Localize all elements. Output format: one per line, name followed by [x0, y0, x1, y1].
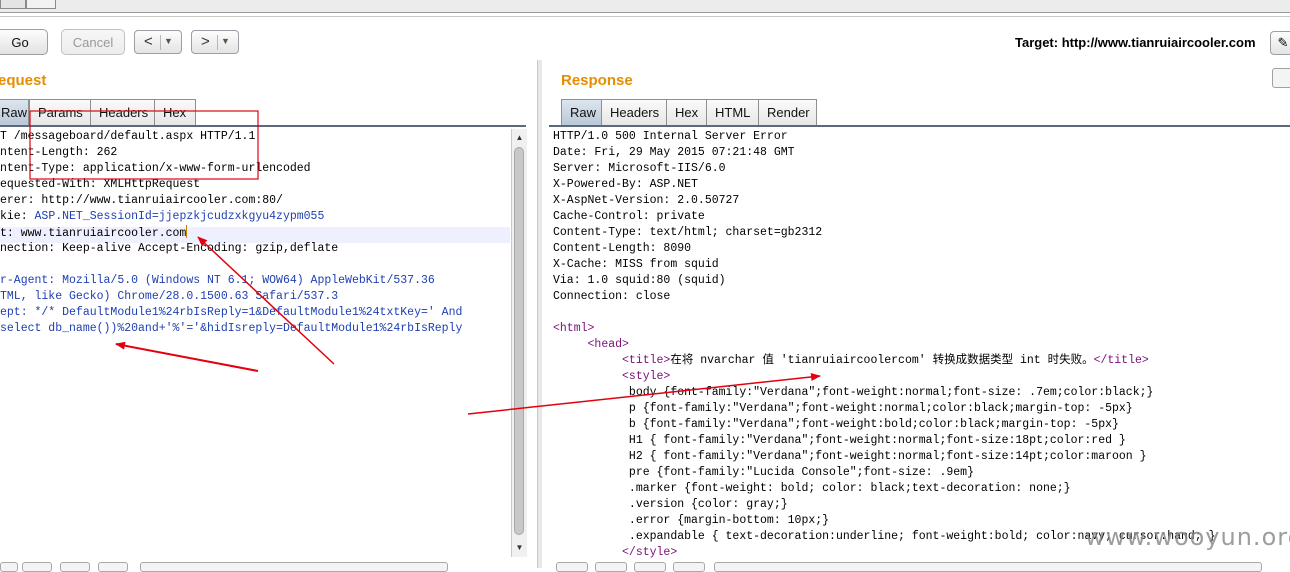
annotation-arrow [197, 236, 335, 365]
annotation-arrow [467, 372, 821, 415]
annotation-arrow [115, 341, 259, 372]
watermark: www.wooyun.org [1085, 523, 1290, 551]
annotation-layer [29, 110, 821, 415]
highlight-box [29, 110, 259, 180]
